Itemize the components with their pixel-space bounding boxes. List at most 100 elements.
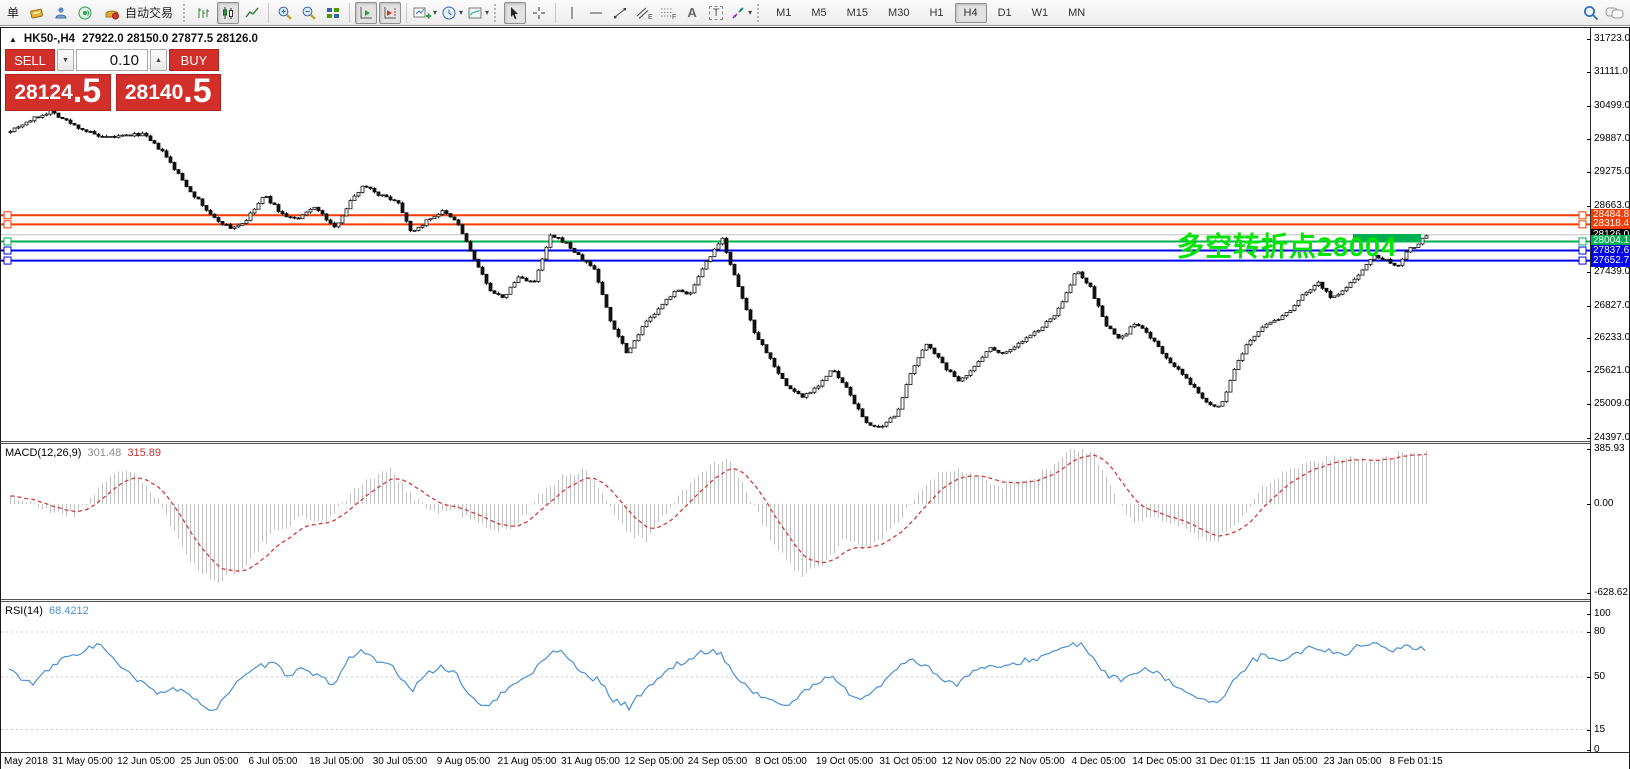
period-button[interactable]: ▾ <box>440 2 464 24</box>
time-axis[interactable]: 18 May 201831 May 05:0012 Jun 05:0025 Ju… <box>1 752 1629 769</box>
price-axis-label: 26827.0 <box>1594 300 1630 312</box>
candles <box>9 109 1428 428</box>
line-handle[interactable] <box>4 238 11 245</box>
signal-icon[interactable] <box>74 2 96 24</box>
buy-button[interactable]: BUY <box>169 49 219 71</box>
rsi-indicator-pane[interactable]: RSI(14) 68.4212 <box>1 602 1590 752</box>
macd-indicator-pane[interactable]: MACD(12,26,9) 301.48 315.89 <box>1 444 1590 599</box>
sell-price-quote[interactable]: 28124 .5 <box>5 74 111 111</box>
line-handle[interactable] <box>4 257 11 264</box>
buy-price-quote[interactable]: 28140 .5 <box>116 74 222 111</box>
price-axis-label: 25009.0 <box>1594 398 1630 410</box>
macd-value-main: 301.48 <box>88 447 122 459</box>
horizontal-line-tool-button[interactable] <box>585 2 607 24</box>
toolbar-grip[interactable] <box>183 4 187 22</box>
toolbar-separator <box>555 3 556 23</box>
candlestick-chart-type-button[interactable] <box>217 2 239 24</box>
toolbar-separator <box>268 3 269 23</box>
macd-histogram <box>11 449 1427 583</box>
price-axis-label: 30499.0 <box>1594 100 1630 112</box>
line-handle[interactable] <box>4 221 11 228</box>
price-chart-pane[interactable]: 多空转折点28004 ▲ HK50-,H4 27922.0 28150.0 27… <box>1 28 1590 441</box>
axis-tick-mark <box>1587 272 1591 273</box>
axis-tick-mark <box>1587 338 1591 339</box>
axis-tick-mark <box>1587 750 1591 751</box>
chart-shift-button[interactable] <box>379 2 401 24</box>
metaeditor-icon[interactable] <box>50 2 72 24</box>
arrows-tool-button[interactable]: ▾ <box>729 2 753 24</box>
line-handle[interactable] <box>4 247 11 254</box>
auto-scroll-button[interactable] <box>355 2 377 24</box>
axis-tick-mark <box>1587 677 1591 678</box>
macd-axis-label: 385.93 <box>1594 443 1625 455</box>
price-axis-label: 29275.0 <box>1594 166 1630 178</box>
toolbar-grip[interactable] <box>757 4 761 22</box>
timeframe-button-w1[interactable]: W1 <box>1023 3 1058 23</box>
macd-canvas[interactable] <box>1 444 1590 599</box>
zoom-in-button[interactable] <box>274 2 296 24</box>
volume-decrement-button[interactable]: ▼ <box>57 49 74 71</box>
line-handle[interactable] <box>4 212 11 219</box>
chart-text-annotation[interactable]: 多空转折点28004 <box>1177 225 1397 264</box>
rsi-canvas[interactable] <box>1 602 1590 752</box>
buy-price-main: 28140 <box>125 78 183 108</box>
vertical-line-tool-button[interactable] <box>561 2 583 24</box>
price-axis-column[interactable]: 31723.031111.030499.029887.029275.028663… <box>1590 28 1629 752</box>
template-button[interactable]: ▾ <box>466 2 490 24</box>
chat-icon[interactable] <box>1604 2 1626 24</box>
line-chart-type-button[interactable] <box>241 2 263 24</box>
search-icon[interactable] <box>1580 2 1602 24</box>
new-order-button[interactable]: 单 <box>2 2 24 24</box>
market-watch-icon[interactable] <box>26 2 48 24</box>
timeframe-button-m5[interactable]: M5 <box>802 3 835 23</box>
buy-price-frac: .5 <box>183 74 211 108</box>
trendline-tool-button[interactable] <box>609 2 631 24</box>
chart-window: 多空转折点28004 ▲ HK50-,H4 27922.0 28150.0 27… <box>0 27 1630 769</box>
collapse-triangle-icon[interactable]: ▲ <box>9 35 17 44</box>
label-tool-button[interactable]: T <box>705 2 727 24</box>
line-handle[interactable] <box>1579 247 1586 254</box>
crosshair-tool-button[interactable] <box>528 2 550 24</box>
bar-chart-type-button[interactable] <box>193 2 215 24</box>
macd-axis-label: -628.62 <box>1594 587 1628 599</box>
timeframe-button-mn[interactable]: MN <box>1059 3 1094 23</box>
timeframe-button-m30[interactable]: M30 <box>879 3 918 23</box>
timeframe-button-m1[interactable]: M1 <box>767 3 800 23</box>
timeframe-button-h1[interactable]: H1 <box>920 3 952 23</box>
time-axis-label: 4 Dec 05:00 <box>1072 756 1126 767</box>
timeframe-button-h4[interactable]: H4 <box>955 3 987 23</box>
toolbar-grip[interactable] <box>494 4 498 22</box>
time-axis-label: 12 Nov 05:00 <box>942 756 1002 767</box>
time-axis-label: 21 Aug 05:00 <box>498 756 557 767</box>
time-axis-label: 8 Feb 01:15 <box>1389 756 1442 767</box>
dropdown-arrow-icon: ▾ <box>485 8 489 17</box>
one-click-trading-panel: SELL ▼ ▲ BUY 28124 .5 28140 .5 <box>5 49 221 111</box>
svg-text:F: F <box>672 14 676 21</box>
axis-tick-mark <box>1587 614 1591 615</box>
axis-tick-mark <box>1587 72 1591 73</box>
zoom-out-button[interactable] <box>298 2 320 24</box>
axis-tick-mark <box>1587 371 1591 372</box>
axis-tick-mark <box>1587 306 1591 307</box>
line-handle[interactable] <box>1579 257 1586 264</box>
timeframe-button-d1[interactable]: D1 <box>989 3 1021 23</box>
time-axis-label: 19 Oct 05:00 <box>816 756 873 767</box>
fibonacci-tool-button[interactable]: F <box>657 2 679 24</box>
equidistant-channel-tool-button[interactable]: E <box>633 2 655 24</box>
cursor-tool-button[interactable] <box>504 2 526 24</box>
volume-input[interactable] <box>76 49 148 71</box>
dropdown-arrow-icon: ▾ <box>748 8 752 17</box>
tile-windows-button[interactable] <box>322 2 344 24</box>
volume-increment-button[interactable]: ▲ <box>150 49 167 71</box>
text-tool-button[interactable]: A <box>681 2 703 24</box>
rsi-axis-label: 15 <box>1594 724 1605 736</box>
timeframe-group: M1M5M15M30H1H4D1W1MN <box>767 3 1094 23</box>
new-chart-button[interactable]: ▾ <box>412 2 438 24</box>
line-handle[interactable] <box>1579 212 1586 219</box>
sell-button[interactable]: SELL <box>5 49 55 71</box>
line-handle[interactable] <box>1579 238 1586 245</box>
autotrading-button[interactable]: 自动交易 <box>98 2 179 24</box>
timeframe-button-m15[interactable]: M15 <box>838 3 877 23</box>
price-axis-label: 26233.0 <box>1594 332 1630 344</box>
line-handle[interactable] <box>1579 221 1586 228</box>
